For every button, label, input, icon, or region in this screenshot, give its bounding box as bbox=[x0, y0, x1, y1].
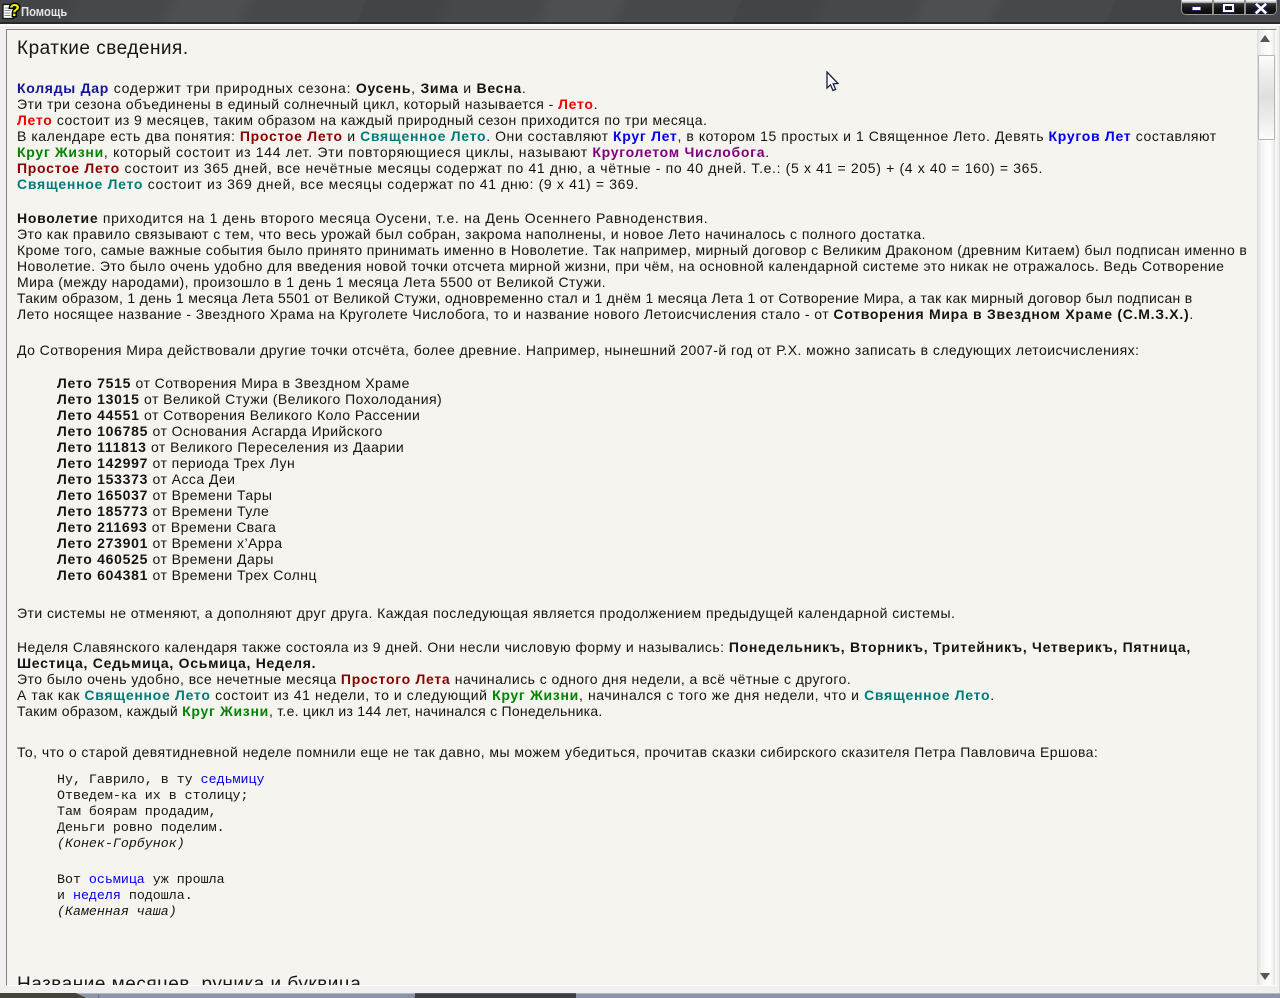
svg-text:?: ? bbox=[9, 1, 20, 20]
